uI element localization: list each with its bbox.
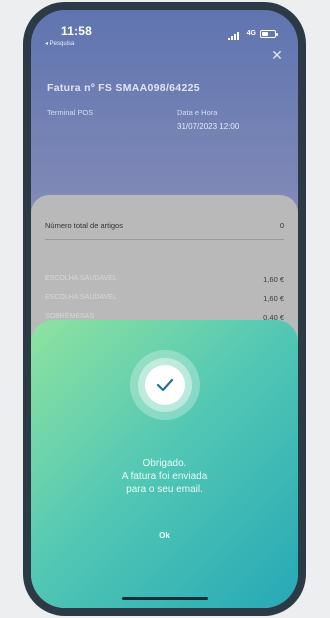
thanks-line: Obrigado.: [142, 458, 187, 469]
datetime-value: 31/07/2023 12:00: [177, 122, 240, 131]
checkmark-icon: [156, 378, 173, 392]
item-name: ESCOLHA SAUDAVEL: [45, 294, 117, 301]
app-screen: 11:58 ◂ Pesquisa 4G ✕ Fatura nº FS SMAA0…: [31, 10, 298, 608]
ok-button[interactable]: Ok: [151, 527, 178, 544]
status-time: 11:58: [61, 24, 93, 38]
confirmation-message: Obrigado. A fatura foi enviada para o se…: [31, 457, 298, 496]
sent-line: A fatura foi enviada: [121, 471, 208, 482]
list-item: ESCOLHA SAUDAVEL 1,60 €: [45, 275, 284, 284]
total-items-label: Número total de artigos: [45, 221, 123, 230]
email-line: para o seu email.: [126, 484, 203, 495]
item-name: ESCOLHA SAUDAVEL: [45, 275, 117, 282]
invoice-title: Fatura nº FS SMAA098/64225: [47, 82, 200, 94]
status-bar: 11:58 ◂ Pesquisa 4G: [31, 10, 298, 50]
terminal-label: Terminal POS: [47, 108, 94, 117]
datetime-label: Data e Hora: [177, 108, 218, 117]
home-indicator[interactable]: [121, 597, 208, 600]
battery-icon: [260, 30, 278, 38]
success-badge: [129, 350, 200, 420]
network-label: 4G: [246, 30, 256, 37]
success-sheet: Obrigado. A fatura foi enviada para o se…: [31, 320, 298, 608]
close-icon[interactable]: ✕: [270, 48, 284, 62]
total-items-value: 0: [279, 221, 284, 230]
back-to-app-link[interactable]: ◂ Pesquisa: [45, 40, 74, 47]
item-price: 1,60 €: [263, 294, 284, 303]
phone-frame: 11:58 ◂ Pesquisa 4G ✕ Fatura nº FS SMAA0…: [23, 2, 306, 616]
item-price: 1,60 €: [263, 275, 284, 284]
total-items-row: Número total de artigos 0: [45, 221, 284, 240]
list-item: ESCOLHA SAUDAVEL 1,60 €: [45, 294, 284, 303]
signal-icon: [228, 32, 239, 40]
